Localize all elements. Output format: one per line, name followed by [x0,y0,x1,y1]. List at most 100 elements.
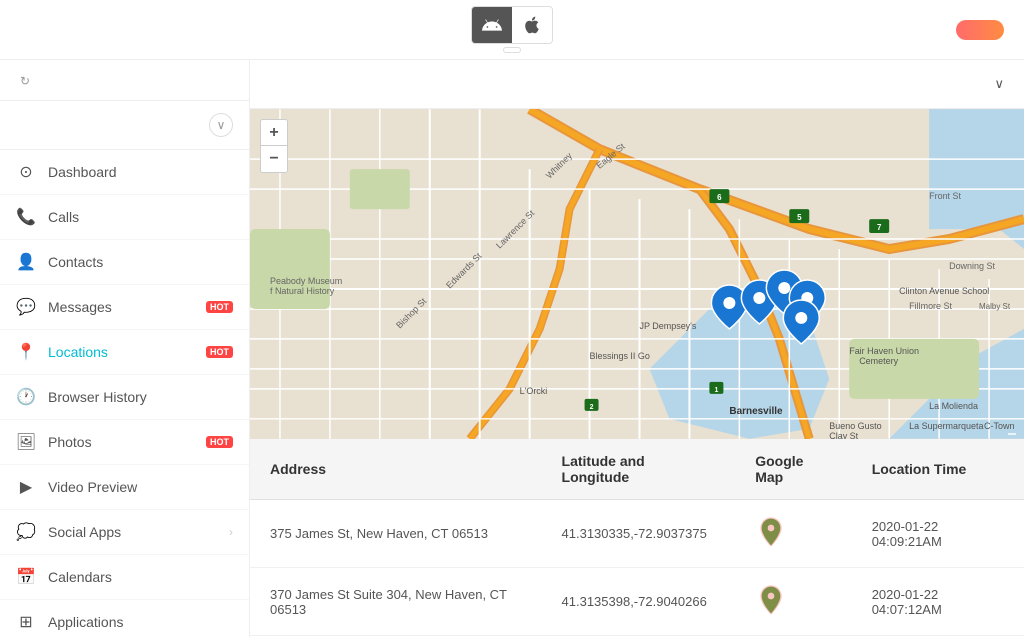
table-header-row: Address Latitude and Longitude Google Ma… [250,439,1024,500]
svg-text:JP Dempsey's: JP Dempsey's [639,321,696,331]
google-maps-icon [755,516,787,548]
svg-text:6: 6 [717,193,722,202]
sidebar-item-label-contacts: Contacts [48,254,233,270]
cell-location-time: 2020-01-22 04:09:21AM [852,500,1024,568]
table-row: 375 James St, New Haven, CT 0651341.3130… [250,500,1024,568]
svg-text:Barnesville: Barnesville [729,406,783,417]
column-address: Address [250,439,542,500]
column-location-time: Location Time [852,439,1024,500]
sidebar-item-social-apps[interactable]: 💭 Social Apps › [0,510,249,555]
video-preview-icon: ▶ [16,477,36,497]
sidebar-updated: ↻ [16,74,233,88]
svg-text:L'Orcki: L'Orcki [520,386,548,396]
sidebar-item-messages[interactable]: 💬MessagesHOT [0,285,249,330]
sidebar-item-label-browser-history: Browser History [48,389,233,405]
svg-text:1: 1 [714,387,718,394]
svg-text:7: 7 [877,223,882,232]
column-lat-lng: Latitude and Longitude [542,439,736,500]
table-body: 375 James St, New Haven, CT 0651341.3130… [250,500,1024,636]
svg-text:Cemetery: Cemetery [859,356,898,366]
dashboard-icon: ⊙ [16,162,36,182]
leaflet-badge [1008,433,1016,435]
svg-text:La Supermarqueta: La Supermarqueta [909,421,983,431]
svg-text:La Molienda: La Molienda [929,401,978,411]
svg-text:Peabody Museum: Peabody Museum [270,276,342,286]
table-row: 370 James St Suite 304, New Haven, CT 06… [250,568,1024,636]
svg-text:Fair Haven Union: Fair Haven Union [849,346,919,356]
table-container: Address Latitude and Longitude Google Ma… [250,439,1024,637]
svg-text:Fillmore St: Fillmore St [909,301,952,311]
calendars-icon: 📅 [16,567,36,587]
sidebar: ↻ ∨ ⊙ Dashboard 📞 Calls 👤 Contacts 💬MessagesHO… [0,60,250,637]
sidebar-user-info: ↻ [0,60,249,101]
svg-text:Clay St: Clay St [829,431,858,439]
sidebar-item-label-dashboard: Dashboard [48,164,233,180]
cell-google-map[interactable] [735,568,852,636]
sidebar-item-video-preview[interactable]: ▶ Video Preview [0,465,249,510]
android-platform-button[interactable] [472,7,512,43]
hot-badge: HOT [206,436,233,448]
device-arrow-icon: ∨ [209,113,233,137]
nav-chevron-icon: › [229,525,233,539]
sidebar-item-contacts[interactable]: 👤 Contacts [0,240,249,285]
android-icon [482,15,502,35]
svg-text:2: 2 [590,404,594,411]
content: ∨ [250,60,1024,637]
locations-icon: 📍 [16,342,36,362]
sidebar-item-calls[interactable]: 📞 Calls [0,195,249,240]
main-container: ↻ ∨ ⊙ Dashboard 📞 Calls 👤 Contacts 💬MessagesHO… [0,60,1024,637]
cell-location-time: 2020-01-22 04:07:12AM [852,568,1024,636]
platform-buttons [471,6,553,44]
cell-address: 370 James St Suite 304, New Haven, CT 06… [250,568,542,636]
zoom-out-button[interactable]: − [261,146,287,172]
svg-text:Clinton Avenue School: Clinton Avenue School [899,286,989,296]
cell-google-map[interactable] [735,500,852,568]
contacts-icon: 👤 [16,252,36,272]
sidebar-item-calendars[interactable]: 📅 Calendars [0,555,249,600]
cell-address: 375 James St, New Haven, CT 06513 [250,500,542,568]
svg-text:Bueno Gusto: Bueno Gusto [829,421,881,431]
sidebar-item-label-applications: Applications [48,614,233,630]
cell-lat-lng: 41.3135398,-72.9040266 [542,568,736,636]
calls-icon: 📞 [16,207,36,227]
sidebar-item-label-calendars: Calendars [48,569,233,585]
apple-icon [522,15,542,35]
dropdown-arrow-icon: ∨ [994,76,1004,92]
sidebar-item-browser-history[interactable]: 🕐Browser History [0,375,249,420]
applications-icon: ⊞ [16,612,36,632]
hot-badge: HOT [206,301,233,313]
map-svg: 6 5 7 Whitney Eagle St Lawrence St Edwar… [250,109,1024,439]
svg-text:5: 5 [797,213,802,222]
photos-icon: 🖼 [16,432,36,452]
svg-text:Downing St: Downing St [949,261,995,271]
sidebar-item-applications[interactable]: ⊞ Applications [0,600,249,637]
sidebar-item-label-locations: Locations [48,344,190,360]
zoom-in-button[interactable]: + [261,120,287,146]
sidebar-item-photos[interactable]: 🖼PhotosHOT [0,420,249,465]
nav-items-container: ⊙ Dashboard 📞 Calls 👤 Contacts 💬MessagesHOT 📍 Lo… [0,150,249,637]
sidebar-item-label-calls: Calls [48,209,233,225]
map-container: 6 5 7 Whitney Eagle St Lawrence St Edwar… [250,109,1024,439]
sidebar-item-label-social-apps: Social Apps [48,524,217,540]
cell-lat-lng: 41.3130335,-72.9037375 [542,500,736,568]
device-selector[interactable]: ∨ [0,101,249,150]
svg-text:f Natural History: f Natural History [270,286,335,296]
buy-now-button[interactable] [956,20,1004,40]
ios-platform-button[interactable] [512,7,552,43]
map-controls: + − [260,119,288,173]
svg-text:C-Town: C-Town [984,421,1014,431]
sidebar-item-dashboard[interactable]: ⊙ Dashboard [0,150,249,195]
messages-icon: 💬 [16,297,36,317]
content-header: ∨ [250,60,1024,109]
hot-badge: HOT [206,346,233,358]
sidebar-item-locations[interactable]: 📍 Locations HOT [0,330,249,375]
user-dropdown[interactable]: ∨ [988,76,1004,92]
refresh-icon[interactable]: ↻ [20,74,30,88]
google-maps-icon [755,584,787,616]
sidebar-item-label-video-preview: Video Preview [48,479,233,495]
svg-text:Front St: Front St [929,191,961,201]
locations-table: Address Latitude and Longitude Google Ma… [250,439,1024,636]
platform-label [503,47,521,53]
header [0,0,1024,60]
social-apps-icon: 💭 [16,522,36,542]
